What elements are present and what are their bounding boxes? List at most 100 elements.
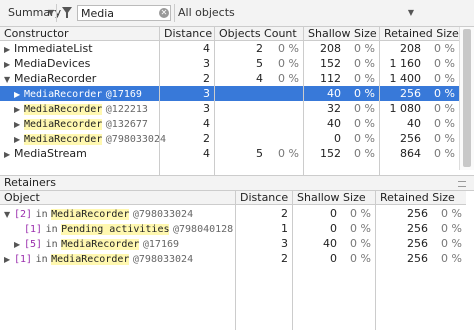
expanded-triangle-icon[interactable]: ▼ [4,72,14,87]
retainer-row[interactable]: ▼ [2] in MediaRecorder @798033024 2 0 0 % 256… [0,206,466,221]
scrollbar-thumb[interactable] [463,29,471,167]
distance-cell: 4 [203,147,210,160]
distance-cell: 3 [203,87,210,100]
filter-icon[interactable] [62,7,72,18]
expand-triangle-icon[interactable]: ▶ [4,147,14,162]
retained-size-cell-percent: 0 % [434,42,455,55]
expand-triangle-icon[interactable]: ▶ [14,102,24,117]
clear-icon[interactable]: ✕ [159,8,169,18]
column-header-objects-count[interactable]: Objects Count [214,27,303,41]
retained-size-cell-value: 256 [407,237,428,250]
retained-size-cell-value: 1 080 [389,102,422,115]
retained-size-cell-value: 1 160 [389,57,422,70]
expanded-triangle-icon[interactable]: ▼ [4,207,14,222]
class-filter-input[interactable] [77,5,171,21]
column-header-constructor[interactable]: Constructor [0,27,159,41]
distance-cell: 3 [203,102,210,115]
table-row[interactable]: ▶ MediaDevices 3 5 0 % 152 0 % 1 160 0 % [0,56,459,71]
chevron-down-icon: ▼ [407,8,414,17]
constructor-name: MediaStream [14,147,87,160]
column-divider [159,41,160,175]
distance-cell: 2 [203,72,210,85]
shallow-size-cell-value: 0 [330,252,337,265]
retained-size-cell-percent: 0 % [441,252,462,265]
retained-size-cell: 256 0 % [379,86,459,101]
expand-triangle-icon[interactable]: ▶ [14,237,24,252]
object-filter-select[interactable]: All objects ▼ [172,5,420,21]
retained-size-cell: 256 0 % [375,206,466,221]
retainers-table-header: Object Distance Shallow Size Retained Si… [0,191,466,205]
shallow-size-cell-value: 152 [320,147,341,160]
shallow-size-cell: 152 0 % [303,56,379,71]
expand-triangle-icon[interactable]: ▶ [14,87,24,102]
retained-size-cell-percent: 0 % [434,147,455,160]
retainer-row[interactable]: [1] in Pending activities @798040128 1 0 0 … [0,221,466,236]
shallow-size-cell-percent: 0 % [354,117,375,130]
retained-size-cell-value: 40 [407,117,421,130]
retainer-object-address: @798033024 [132,209,194,220]
table-row[interactable]: ▼ MediaRecorder 2 4 0 % 112 0 % 1 400 0 % [0,71,459,86]
column-divider [214,41,215,175]
objects-count-cell-value: 2 [256,42,263,55]
constructor-cell: ▶ MediaRecorder @132677 [14,116,159,131]
constructor-cell: ▶ ImmediateList [4,41,159,56]
objects-count-cell-percent: 0 % [278,57,299,70]
retainer-row[interactable]: ▶ [1] in MediaRecorder @798033024 2 0 0 % 256… [0,251,466,266]
shallow-size-cell: 0 0 % [303,131,379,146]
retained-size-cell: 864 0 % [379,146,459,161]
retained-size-cell-value: 208 [400,42,421,55]
retainer-object-cell: [1] in Pending activities @798040128 [14,221,235,236]
retainers-title: Retainers [4,176,57,189]
retained-size-cell-value: 864 [400,147,421,160]
column-header-retained-size[interactable]: Retained Size [379,27,459,41]
retained-size-cell: 256 0 % [379,131,459,146]
expand-triangle-icon[interactable]: ▶ [14,117,24,132]
table-row[interactable]: ▶ MediaRecorder @132677 4 40 0 % 40 0 % [0,116,459,131]
column-header-distance[interactable]: Distance [159,27,214,41]
distance-cell: 2 [281,207,288,220]
object-name: MediaRecorder [24,119,103,130]
object-name: MediaRecorder [24,104,103,115]
column-header-shallow-size[interactable]: Shallow Size [292,191,375,205]
retained-size-cell: 1 400 0 % [379,71,459,86]
expand-triangle-icon[interactable]: ▶ [14,132,24,147]
table-row[interactable]: ▶ ImmediateList 4 2 0 % 208 0 % 208 0 % [0,41,459,56]
toolbar-divider [56,4,57,22]
column-header-distance[interactable]: Distance [235,191,292,205]
objects-count-cell-value: 5 [256,147,263,160]
panel-resize-grip-icon[interactable] [458,181,466,187]
selected-row[interactable]: ▶ MediaRecorder @17169 3 40 0 % 256 0 % [0,86,459,101]
distance-cell: 2 [203,132,210,145]
chevron-down-icon: ▼ [47,8,54,17]
objects-count-cell-value: 4 [256,72,263,85]
table-row[interactable]: ▶ MediaStream 4 5 0 % 152 0 % 864 0 % [0,146,459,161]
column-header-shallow-size[interactable]: Shallow Size [303,27,379,41]
shallow-size-cell-percent: 0 % [350,222,371,235]
shallow-size-cell: 0 0 % [292,221,375,236]
scrollbar[interactable] [459,27,474,170]
distance-cell: 3 [281,237,288,250]
shallow-size-cell-percent: 0 % [354,102,375,115]
shallow-size-cell-value: 208 [320,42,341,55]
view-selector[interactable]: Summary ▼ [2,5,61,21]
constructor-cell: ▶ MediaRecorder @122213 [14,101,159,116]
distance-cell: 4 [203,117,210,130]
edge-in-label: in [35,254,48,265]
table-row[interactable]: ▶ MediaRecorder @122213 3 32 0 % 1 080 0 % [0,101,459,116]
retained-size-cell-value: 256 [407,207,428,220]
shallow-size-cell: 32 0 % [303,101,379,116]
expand-triangle-icon[interactable]: ▶ [4,57,14,72]
retainer-row[interactable]: ▶ [5] in MediaRecorder @17169 3 40 0 % 256 0 % [0,236,466,251]
table-row[interactable]: ▶ MediaRecorder @798033024 2 0 0 % 256 0 % [0,131,459,146]
column-header-retained-size[interactable]: Retained Size [375,191,466,205]
expand-triangle-icon[interactable]: ▶ [4,42,14,57]
retainer-object-name: Pending activities [61,224,170,235]
retainer-object-cell: ▶ [1] in MediaRecorder @798033024 [4,251,235,266]
objects-count-cell-value: 5 [256,57,263,70]
retained-size-cell-percent: 0 % [441,222,462,235]
retained-size-cell-value: 256 [407,222,428,235]
column-header-object[interactable]: Object [0,191,235,205]
shallow-size-cell-value: 0 [334,132,341,145]
expand-triangle-icon[interactable]: ▶ [4,252,14,267]
objects-count-cell-percent: 0 % [278,42,299,55]
